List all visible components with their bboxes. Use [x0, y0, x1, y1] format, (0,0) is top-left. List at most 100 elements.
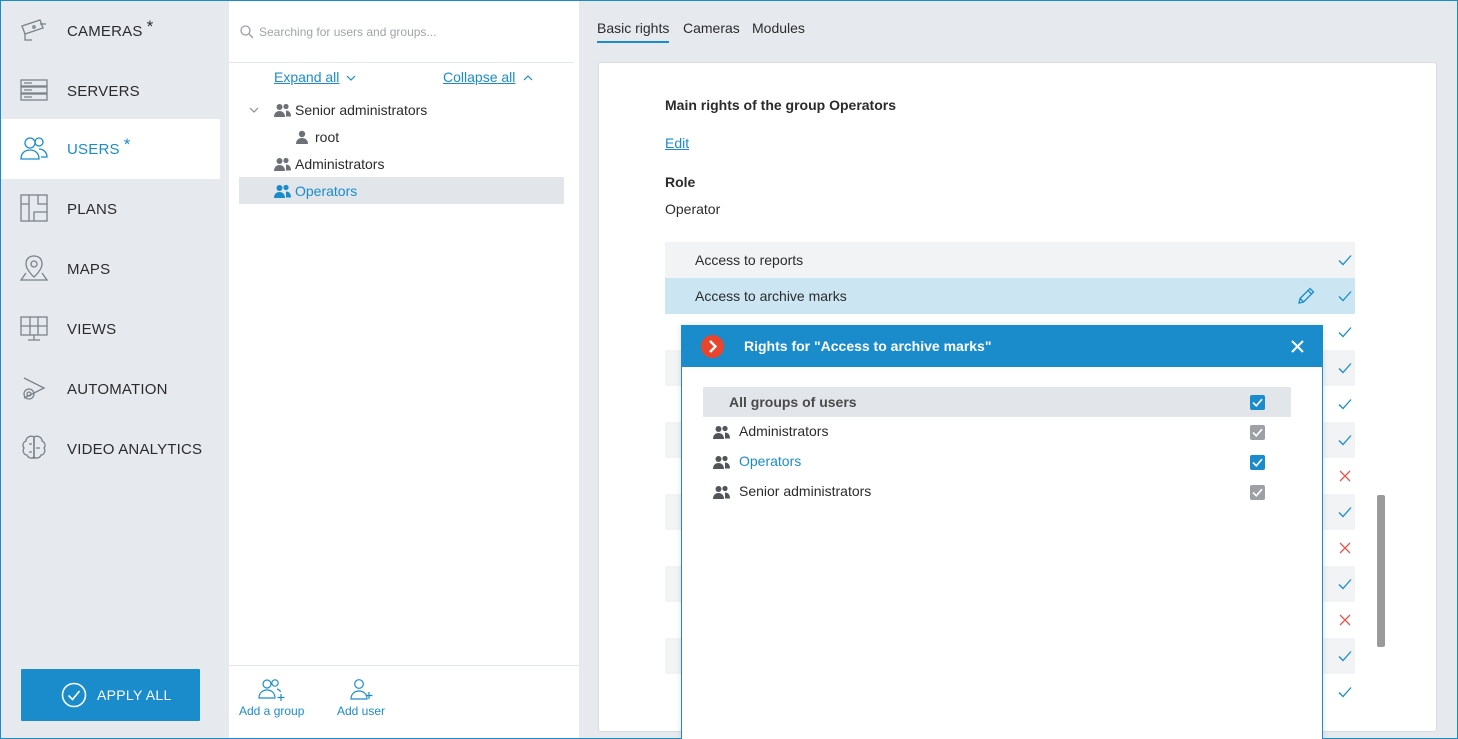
- check-icon[interactable]: [1338, 253, 1352, 267]
- permission-label: Access to archive marks: [695, 288, 847, 304]
- check-icon[interactable]: [1338, 685, 1352, 699]
- dialog-group-label: Operators: [739, 453, 802, 469]
- add-group-label: Add a group: [239, 704, 305, 718]
- tree-node-label: Operators: [295, 182, 358, 199]
- all-groups-label: All groups of users: [729, 394, 857, 410]
- add-user-label: Add user: [337, 704, 386, 718]
- nav-item-plans[interactable]: PLANS: [1, 179, 220, 239]
- pencil-icon[interactable]: [1297, 287, 1315, 305]
- edit-link[interactable]: Edit: [665, 135, 689, 151]
- check-icon[interactable]: [1338, 577, 1352, 591]
- tab-basic-rights[interactable]: Basic rights: [597, 20, 670, 43]
- group-icon: [713, 455, 730, 469]
- automation-icon: [23, 377, 46, 400]
- dialog-group-row-administrators[interactable]: Administrators: [713, 417, 1291, 447]
- tree-node-senior-administrators[interactable]: Senior administrators: [239, 96, 564, 123]
- nav-item-label: USERS: [67, 141, 120, 158]
- main-navigation: CAMERAS * SERVERS USERS * PLANS MAPS VIEWS…: [1, 1, 220, 738]
- close-icon[interactable]: [1290, 339, 1305, 354]
- chevron-up-icon: [523, 75, 533, 81]
- check-icon[interactable]: [1338, 649, 1352, 663]
- check-icon[interactable]: [1338, 433, 1352, 447]
- group-icon: [274, 157, 291, 171]
- expand-all-link[interactable]: Expand all: [274, 69, 339, 85]
- dialog-group-row-operators[interactable]: Operators: [713, 447, 1291, 477]
- checkmark-icon: [1252, 398, 1263, 407]
- group-checkbox[interactable]: [1250, 485, 1265, 500]
- check-icon[interactable]: [1338, 397, 1352, 411]
- scrollbar[interactable]: [1377, 495, 1385, 647]
- add-user-icon: [350, 679, 373, 700]
- tree-node-label: Administrators: [295, 155, 385, 172]
- nav-item-maps[interactable]: MAPS: [1, 239, 220, 299]
- all-groups-row[interactable]: All groups of users: [703, 387, 1291, 417]
- nav-item-automation[interactable]: AUTOMATION: [1, 359, 220, 419]
- role-value: Operator: [665, 201, 721, 217]
- users-icon: [20, 137, 48, 160]
- tree-node-root[interactable]: root: [239, 123, 564, 150]
- collapse-all-link[interactable]: Collapse all: [443, 69, 515, 85]
- group-icon: [274, 184, 291, 198]
- check-icon[interactable]: [1338, 325, 1352, 339]
- nav-item-users[interactable]: USERS *: [1, 119, 220, 179]
- app-logo-icon: [701, 335, 724, 358]
- tab-cameras[interactable]: Cameras: [683, 20, 740, 36]
- nav-item-video-analytics[interactable]: VIDEO ANALYTICS: [1, 419, 220, 479]
- tree-node-administrators[interactable]: Administrators: [239, 150, 564, 177]
- dialog-group-label: Senior administrators: [739, 483, 872, 499]
- nav-item-views[interactable]: VIEWS: [1, 299, 220, 359]
- nav-item-label: MAPS: [67, 260, 111, 278]
- check-circle-icon: [61, 682, 87, 708]
- apply-all-button[interactable]: APPLY ALL: [21, 669, 200, 721]
- nav-item-label: VIDEO ANALYTICS: [67, 440, 203, 458]
- dialog-header: Rights for "Access to archive marks": [682, 326, 1322, 367]
- nav-item-cameras[interactable]: CAMERAS *: [1, 1, 220, 61]
- nav-item-label: CAMERAS: [67, 23, 143, 40]
- nav-item-label: PLANS: [67, 200, 118, 218]
- brain-icon: [22, 435, 46, 459]
- unsaved-star: *: [146, 17, 154, 36]
- check-icon[interactable]: [1338, 361, 1352, 375]
- all-groups-checkbox[interactable]: [1250, 395, 1265, 410]
- plan-icon: [20, 194, 48, 222]
- map-pin-icon: [20, 255, 48, 281]
- add-user-button[interactable]: Add user: [329, 666, 399, 739]
- group-checkbox[interactable]: [1250, 455, 1265, 470]
- permission-row[interactable]: Access to reports: [665, 242, 1355, 278]
- check-icon[interactable]: [1338, 505, 1352, 519]
- role-label: Role: [665, 174, 696, 190]
- dialog-group-label: Administrators: [739, 423, 829, 439]
- users-tree-panel: Expand all Collapse all Senior administr…: [229, 1, 579, 738]
- dialog-group-row-senior-administrators[interactable]: Senior administrators: [713, 477, 1291, 507]
- unsaved-star: *: [123, 135, 131, 154]
- search-icon: [240, 25, 254, 39]
- group-icon: [713, 485, 730, 499]
- add-group-icon: [258, 679, 285, 701]
- group-checkbox[interactable]: [1250, 425, 1265, 440]
- nav-item-label: AUTOMATION: [67, 380, 168, 398]
- check-icon[interactable]: [1338, 289, 1352, 303]
- rights-title: Main rights of the group Operators: [665, 97, 897, 113]
- views-icon: [20, 316, 48, 341]
- chevron-down-icon[interactable]: [249, 106, 259, 114]
- search-input[interactable]: [259, 21, 559, 43]
- chevron-down-icon: [346, 75, 356, 81]
- permission-row-selected[interactable]: Access to archive marks: [665, 278, 1355, 314]
- apply-all-label: APPLY ALL: [97, 687, 172, 703]
- tree-node-label: Senior administrators: [295, 101, 428, 118]
- add-group-button[interactable]: Add a group: [237, 666, 307, 739]
- checkmark-icon: [1252, 458, 1263, 467]
- cross-icon[interactable]: [1338, 469, 1352, 483]
- tab-modules[interactable]: Modules: [752, 20, 805, 36]
- cross-icon[interactable]: [1338, 541, 1352, 555]
- server-icon: [20, 79, 48, 101]
- user-icon: [296, 130, 308, 144]
- nav-item-servers[interactable]: SERVERS: [1, 61, 220, 121]
- nav-item-label: SERVERS: [67, 82, 140, 100]
- tree-node-operators[interactable]: Operators: [239, 177, 564, 204]
- group-icon: [274, 103, 291, 117]
- tree-footer: Add a group Add user: [229, 665, 579, 738]
- permission-label: Access to reports: [695, 252, 804, 268]
- tree-node-label: root: [315, 128, 340, 145]
- cross-icon[interactable]: [1338, 613, 1352, 627]
